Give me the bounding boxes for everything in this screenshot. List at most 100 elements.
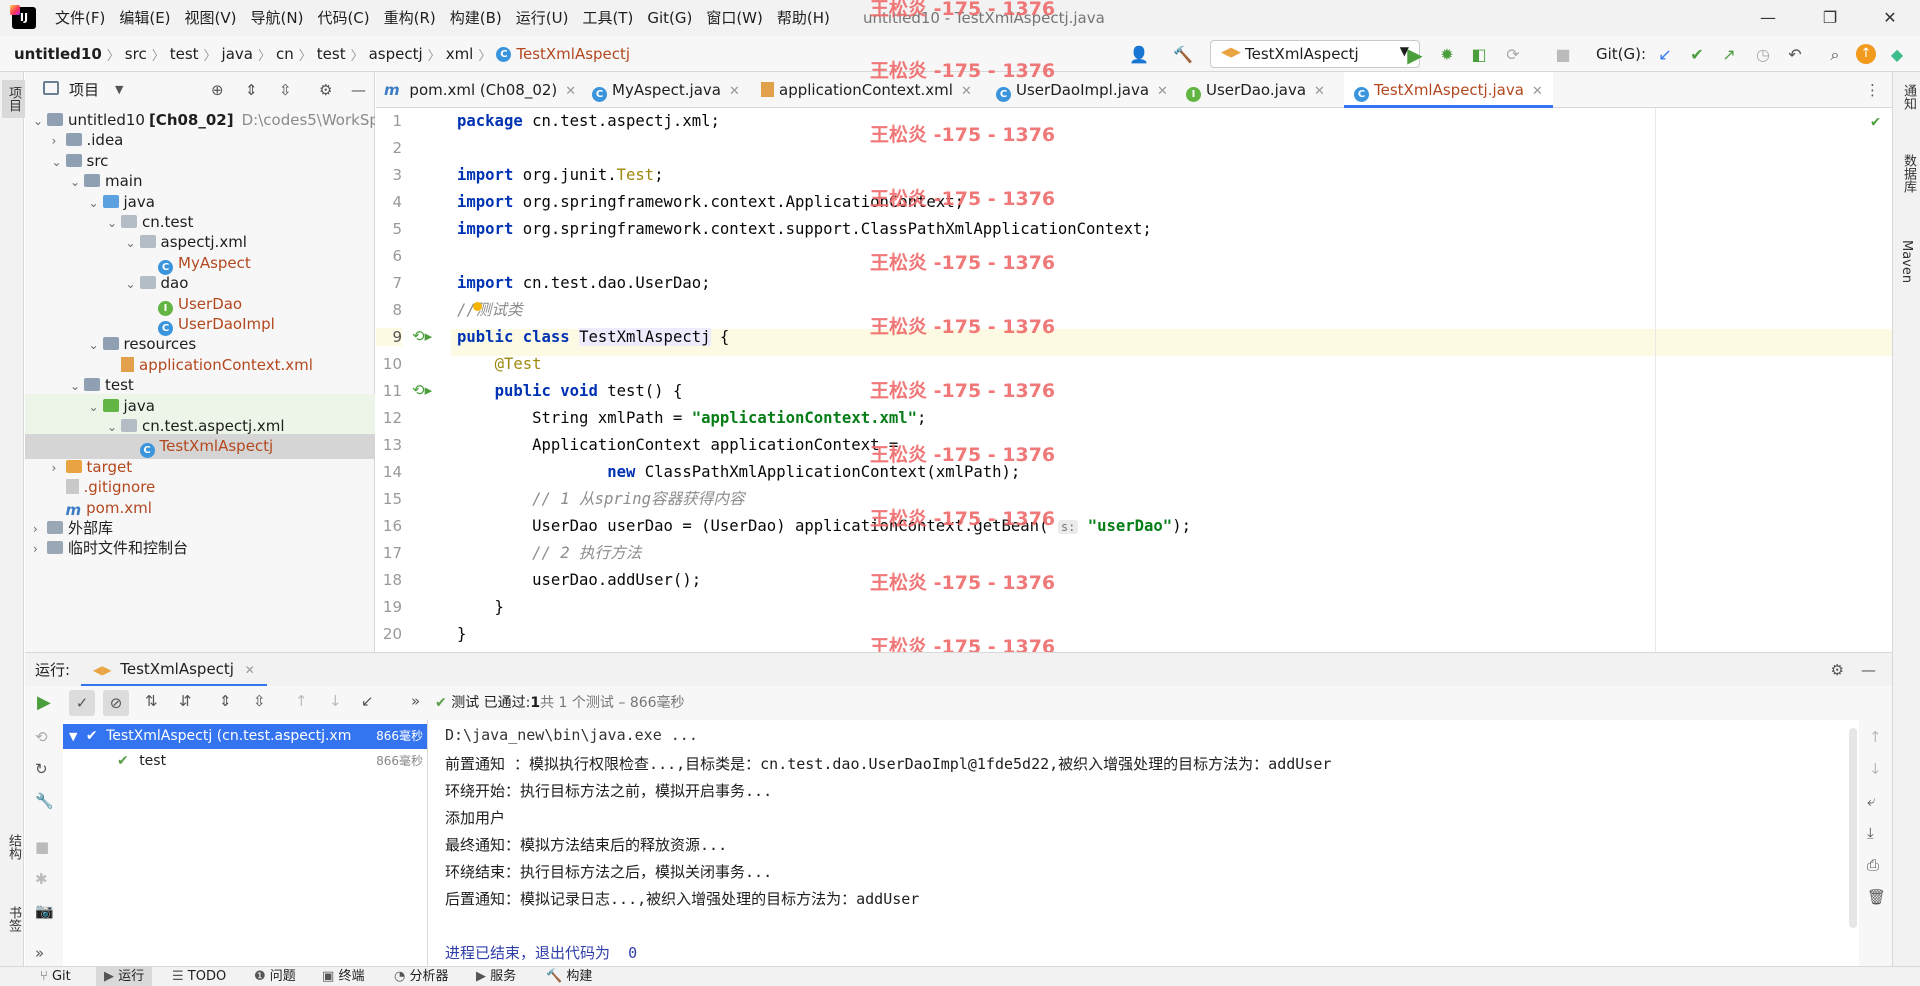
show-passed-icon[interactable]: ✓ [69, 690, 95, 716]
more-icon[interactable]: » [35, 944, 44, 962]
run-test-gutter-icon[interactable]: ⟲▸ [412, 381, 432, 399]
lightbulb-icon[interactable] [473, 302, 482, 311]
rollback-icon[interactable]: ↶ [1784, 44, 1806, 66]
expand-all-icon[interactable]: ⇕ [245, 72, 258, 108]
camera-icon[interactable]: 📷 [35, 902, 54, 920]
scroll-to-end-icon[interactable]: ⤓ [1867, 824, 1874, 842]
hide-icon[interactable]: — [351, 72, 366, 108]
tab-pom-xml[interactable]: m pom.xml (Ch08_02) ✕ [384, 72, 576, 108]
code-editor[interactable]: package cn.test.aspectj.xml; import org.… [451, 108, 1892, 652]
git-push-icon[interactable]: ↗ [1718, 44, 1740, 66]
chevron-right-icon[interactable]: › [33, 537, 47, 561]
more-icon[interactable]: » [411, 692, 420, 710]
tree-item[interactable]: › 临时文件和控制台 [25, 536, 375, 561]
profiler-tool-button[interactable]: ◔ 分析器 [394, 967, 449, 986]
inspection-ok-icon[interactable]: ✔ [1871, 112, 1880, 130]
stop-icon[interactable]: ■ [35, 838, 49, 856]
todo-tool-button[interactable]: ☰ TODO [172, 967, 226, 986]
menu-help[interactable]: 帮助(H) [770, 0, 837, 36]
crumb-src[interactable]: src [125, 36, 147, 72]
show-ignored-icon[interactable]: ⊘ [103, 690, 129, 716]
menu-code[interactable]: 代码(C) [310, 0, 376, 36]
close-tab-icon[interactable]: ✕ [565, 84, 576, 99]
tab-userdao[interactable]: I UserDao.java ✕ [1186, 72, 1325, 108]
search-icon[interactable]: ⌕ [1824, 44, 1846, 66]
build-hammer-icon[interactable]: 🔨 [1172, 44, 1194, 66]
crumb-project[interactable]: untitled10 [14, 36, 102, 72]
close-tab-icon[interactable]: ✕ [1532, 84, 1543, 99]
minimize-icon[interactable]: — [1740, 0, 1796, 36]
hide-icon[interactable]: — [1861, 653, 1876, 687]
crumb-test-pkg[interactable]: test [317, 36, 346, 72]
collapse-all-icon[interactable]: ⇳ [279, 72, 292, 108]
profile-icon[interactable]: ⟳ [1502, 44, 1524, 66]
arrow-up-icon[interactable]: ↑ [1869, 728, 1882, 746]
trash-icon[interactable]: 🗑 [1867, 888, 1886, 906]
crumb-cn[interactable]: cn [276, 36, 294, 72]
menu-run[interactable]: 运行(U) [509, 0, 576, 36]
crumb-test[interactable]: test [170, 36, 199, 72]
soft-wrap-icon[interactable]: ⤶ [1867, 792, 1875, 810]
toggle-auto-test-icon[interactable]: ↻ [35, 760, 48, 778]
console-scrollbar[interactable] [1849, 728, 1857, 928]
close-tab-icon[interactable]: ✕ [961, 84, 972, 99]
maximize-icon[interactable]: ❐ [1802, 0, 1858, 36]
bookmarks-tool-tab[interactable]: 书签 [4, 906, 23, 932]
close-tab-icon[interactable]: ✕ [245, 663, 255, 677]
print-icon[interactable]: ⎙ [1867, 856, 1879, 874]
close-icon[interactable]: ✕ [1862, 0, 1918, 36]
previous-icon[interactable]: ↑ [295, 692, 308, 710]
git-update-icon[interactable]: ↙ [1654, 44, 1676, 66]
menu-refactor[interactable]: 重构(R) [377, 0, 443, 36]
menu-navigate[interactable]: 导航(N) [244, 0, 311, 36]
menu-build[interactable]: 构建(B) [443, 0, 509, 36]
test-case-row[interactable]: ✔ test 866毫秒 [63, 749, 427, 774]
import-tests-icon[interactable]: ↙ [361, 692, 374, 710]
menu-edit[interactable]: 编辑(E) [112, 0, 177, 36]
close-tab-icon[interactable]: ✕ [1157, 84, 1168, 99]
collapse-all-icon[interactable]: ⇳ [253, 692, 266, 710]
expand-all-icon[interactable]: ⇕ [219, 692, 232, 710]
sort-duration-icon[interactable]: ⇵ [179, 692, 192, 710]
history-icon[interactable]: ◷ [1752, 44, 1774, 66]
menu-git[interactable]: Git(G) [640, 0, 699, 36]
git-tool-button[interactable]: ⑂ Git [40, 967, 71, 986]
chevron-down-icon[interactable]: ▼ [115, 72, 123, 108]
terminal-tool-button[interactable]: ▣ 终端 [322, 967, 364, 986]
sort-alpha-icon[interactable]: ⇅ [145, 692, 158, 710]
build-tool-button[interactable]: 🔨 构建 [546, 967, 592, 986]
close-tab-icon[interactable]: ✕ [729, 84, 740, 99]
arrow-down-icon[interactable]: ↓ [1869, 760, 1882, 778]
tab-testxmlaspectj[interactable]: C TestXmlAspectj.java ✕ [1344, 72, 1553, 108]
close-tab-icon[interactable]: ✕ [1314, 84, 1325, 99]
test-suite-row[interactable]: ▼ ✔ TestXmlAspectj (cn.test.aspectj.xm 8… [63, 724, 427, 749]
dump-threads-icon[interactable]: ✱ [35, 870, 48, 888]
crumb-java[interactable]: java [222, 36, 253, 72]
project-tool-tab[interactable]: 项目 [2, 80, 25, 118]
crumb-aspectj[interactable]: aspectj [369, 36, 423, 72]
menu-view[interactable]: 视图(V) [178, 0, 244, 36]
console-output[interactable]: D:\java_new\bin\java.exe ... 前置通知 ：模拟执行权… [429, 720, 1859, 966]
problems-tool-button[interactable]: ❶ 问题 [254, 967, 296, 986]
plugin-icon[interactable]: ◆ [1886, 44, 1908, 66]
run-tab[interactable]: ◀▶ TestXmlAspectj ✕ [81, 653, 267, 687]
database-tool-tab[interactable]: 数据库 [1899, 154, 1918, 193]
run-tool-button[interactable]: ▶ 运行 [96, 967, 153, 986]
structure-tool-tab[interactable]: 结构 [4, 834, 23, 860]
locate-icon[interactable]: ⊕ [211, 72, 224, 108]
run-config-select[interactable]: ◀▶ TestXmlAspectj ▼ [1210, 40, 1420, 68]
gear-icon[interactable]: ⚙ [319, 72, 332, 108]
next-icon[interactable]: ↓ [329, 692, 342, 710]
tab-myaspect[interactable]: C MyAspect.java ✕ [592, 72, 740, 108]
wrench-icon[interactable]: 🔧 [35, 792, 54, 810]
user-icon[interactable]: 👤 [1128, 44, 1150, 66]
coverage-icon[interactable]: ◧ [1468, 44, 1490, 66]
project-panel-title[interactable]: 项目 [69, 72, 99, 108]
stop-icon[interactable]: ■ [1552, 44, 1574, 66]
run-test-gutter-icon[interactable]: ⟲▸ [412, 327, 432, 345]
menu-window[interactable]: 窗口(W) [699, 0, 770, 36]
rerun-icon[interactable]: ▶ [37, 692, 51, 713]
git-commit-icon[interactable]: ✔ [1686, 44, 1708, 66]
crumb-class[interactable]: TestXmlAspectj [516, 36, 630, 72]
services-tool-button[interactable]: ▶ 服务 [476, 967, 516, 986]
